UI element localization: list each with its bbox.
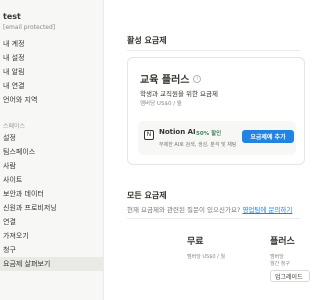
user-name: test — [3, 12, 21, 21]
sidebar-item-import[interactable]: 가져오기 — [0, 229, 103, 243]
active-plan-heading: 활성 요금제 — [127, 36, 167, 45]
plan-column-plus-price: 멤버당 — [270, 254, 284, 260]
plan-description: 학생과 교직원을 위한 요금제 — [140, 90, 218, 98]
sidebar-section-workspace: 스페이스 — [3, 123, 26, 130]
plan-column-plus-name: 플러스 — [270, 237, 295, 247]
addon-description: 무제한 AI로 검색, 생성, 분석 및 채팅 — [159, 142, 237, 148]
user-email: [email protected] — [3, 24, 56, 31]
all-plans-heading: 모든 요금제 — [127, 191, 167, 200]
sidebar-item-my-notifications[interactable]: 내 알림 — [0, 65, 103, 79]
upgrade-button[interactable]: 업그레이드 — [270, 270, 310, 282]
sidebar-item-sites[interactable]: 사이트 — [0, 173, 103, 187]
sidebar-item-identity-provisioning[interactable]: 신원과 프로비저닝 — [0, 201, 103, 215]
notion-logo-icon: N — [144, 130, 154, 140]
add-to-plan-button[interactable]: 요금제에 추가 — [242, 130, 294, 143]
section-divider — [127, 50, 300, 51]
section-divider — [127, 218, 300, 219]
sidebar-item-my-connections[interactable]: 내 연결 — [0, 79, 103, 93]
plan-price: 멤버당 US$0 / 월 — [140, 101, 182, 107]
sidebar-item-teamspaces[interactable]: 팀스페이스 — [0, 145, 103, 159]
settings-sidebar: test [email protected] 내 계정 내 설정 내 알림 내 … — [0, 0, 104, 300]
plan-name-row: 교육 플러스 i — [140, 71, 202, 86]
main-content: 활성 요금제 교육 플러스 i 학생과 교직원을 위한 요금제 멤버당 US$0… — [105, 0, 310, 300]
sidebar-item-security-data[interactable]: 보안과 데이터 — [0, 187, 103, 201]
notion-ai-addon: N Notion AI 50% 할인 무제한 AI로 검색, 생성, 분석 및 … — [138, 121, 296, 155]
sidebar-item-people[interactable]: 사람 — [0, 159, 103, 173]
contact-sales-link[interactable]: 영업팀에 문의하기 — [242, 206, 292, 214]
addon-title: Notion AI — [159, 128, 196, 136]
sidebar-item-connections[interactable]: 연결 — [0, 215, 103, 229]
info-icon[interactable]: i — [193, 74, 202, 83]
all-plans-description: 현재 요금제와 관련된 질문이 있으신가요? 영업팀에 문의하기 — [127, 204, 292, 214]
sidebar-item-my-settings[interactable]: 내 설정 — [0, 51, 103, 65]
current-plan-card: 교육 플러스 i 학생과 교직원을 위한 요금제 멤버당 US$0 / 월 N … — [127, 57, 305, 165]
sidebar-item-explore-plans[interactable]: 요금제 살펴보기 — [0, 257, 103, 271]
sidebar-item-billing[interactable]: 청구 — [0, 243, 103, 257]
all-plans-question: 현재 요금제와 관련된 질문이 있으신가요? — [127, 206, 243, 214]
sidebar-item-language-region[interactable]: 언어와 지역 — [0, 93, 103, 107]
sidebar-item-my-account[interactable]: 내 계정 — [0, 37, 103, 51]
sidebar-item-settings[interactable]: 설정 — [0, 131, 103, 145]
plan-column-free-name: 무료 — [187, 237, 204, 247]
plan-name: 교육 플러스 — [140, 75, 190, 86]
discount-badge: 50% 할인 — [196, 131, 222, 137]
plan-column-plus-billing: 월간 청구 — [270, 261, 290, 267]
plan-column-free-price: 멤버당 US$0 / 월 — [187, 254, 226, 260]
